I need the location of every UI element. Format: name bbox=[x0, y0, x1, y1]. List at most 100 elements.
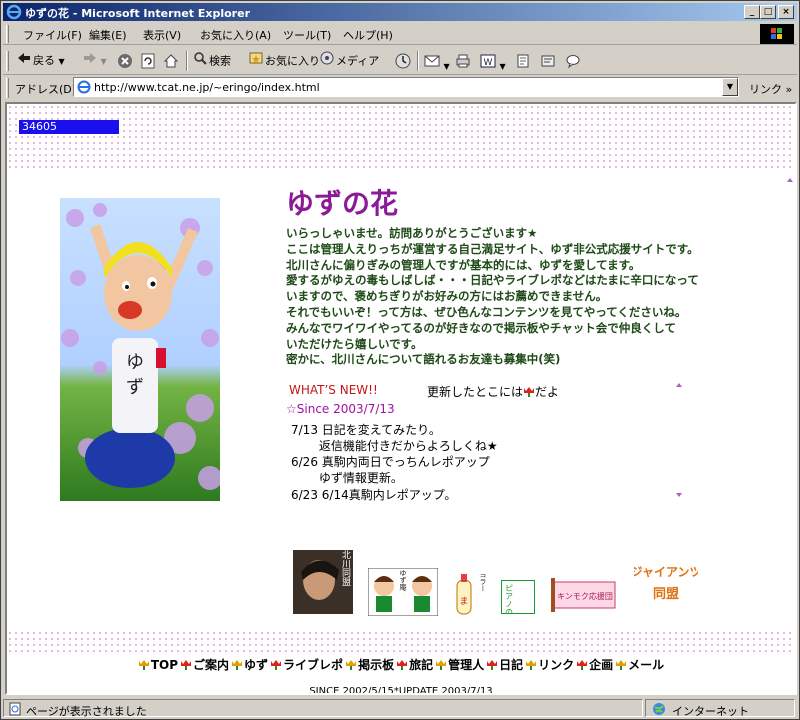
hit-counter: 34605 bbox=[19, 120, 119, 134]
home-button[interactable] bbox=[163, 51, 179, 71]
address-url[interactable]: http://www.tcat.ne.jp/~eringo/index.html bbox=[94, 81, 320, 94]
nav-item[interactable]: メール bbox=[615, 656, 664, 673]
nav-item[interactable]: ライブレポ bbox=[270, 656, 343, 673]
banner-piano-label: ピアノの森 bbox=[505, 584, 514, 614]
intro-line: 愛するがゆえの毒もしばしば・・・日記やライブレポなどはたまに辛口になって bbox=[286, 273, 699, 288]
messenger-button[interactable] bbox=[540, 51, 556, 71]
nav-item[interactable]: ゆず bbox=[231, 656, 268, 673]
nav-item[interactable]: ご案内 bbox=[180, 656, 229, 673]
search-button[interactable]: 検索 bbox=[193, 51, 231, 71]
nav-item-label: 日記 bbox=[499, 658, 524, 672]
menu-file[interactable]: ファイル(F) bbox=[23, 27, 82, 43]
minimize-button[interactable]: _ bbox=[744, 5, 760, 19]
nav-item[interactable]: リンク bbox=[525, 656, 574, 673]
banner-kinmoku-ouendan[interactable]: キンモク応援団 bbox=[551, 574, 617, 619]
banner-giants-doumei[interactable]: ジャイアンツ 同盟 bbox=[631, 554, 701, 617]
forward-button[interactable]: ▼ bbox=[83, 51, 107, 71]
whats-new-box[interactable]: WHAT’S NEW!! 更新したとこには だよ ☆Since 2003/7/13… bbox=[286, 381, 686, 502]
chevron-down-icon[interactable]: ▼ bbox=[444, 62, 450, 71]
note-prefix: 更新したとこには bbox=[427, 385, 524, 399]
chevron-down-icon[interactable]: ▼ bbox=[500, 62, 506, 71]
chevron-down-icon[interactable]: ▼ bbox=[59, 57, 65, 66]
refresh-icon bbox=[141, 53, 155, 69]
nav-item-label: メール bbox=[628, 658, 665, 672]
banner-giants-label: 同盟 bbox=[653, 586, 679, 602]
research-button[interactable] bbox=[565, 51, 581, 71]
whats-new-note: 更新したとこには だよ bbox=[427, 383, 559, 400]
note-suffix: だよ bbox=[535, 385, 560, 399]
media-icon bbox=[320, 51, 334, 72]
intro-text: いらっしゃいませ。訪問ありがとうございます★ ここは管理人えりっちが運営する自己… bbox=[286, 226, 726, 368]
scroll-up-icon[interactable] bbox=[676, 383, 682, 387]
maximize-button[interactable]: □ bbox=[760, 5, 776, 19]
banner-kitagawa[interactable]: 北川同盟 bbox=[293, 550, 353, 617]
site-title: ゆずの花 bbox=[286, 187, 399, 220]
address-dropdown-button[interactable]: ▼ bbox=[722, 78, 738, 96]
menu-grip[interactable] bbox=[6, 25, 9, 43]
banner-piano-forest[interactable]: ピアノの森 bbox=[500, 579, 536, 625]
banner-mayonnaise[interactable]: ま マヨラー bbox=[453, 564, 493, 621]
title-bar[interactable]: ゆずの花 - Microsoft Internet Explorer _ □ × bbox=[3, 3, 797, 21]
nav-item[interactable]: 掲示板 bbox=[345, 656, 394, 673]
favorites-button[interactable]: お気に入り bbox=[249, 51, 320, 71]
links-button[interactable]: リンク » bbox=[749, 81, 792, 97]
nav-item[interactable]: 管理人 bbox=[435, 656, 484, 673]
search-label: 検索 bbox=[209, 54, 231, 68]
discuss-icon bbox=[517, 54, 529, 68]
menu-bar: ファイル(F) 編集(E) 表示(V) お気に入り(A) ツール(T) ヘルプ(… bbox=[3, 23, 797, 45]
nav-item[interactable]: 旅記 bbox=[396, 656, 433, 673]
nav-item[interactable]: 日記 bbox=[486, 656, 523, 673]
standard-toolbar: 戻る ▼ ▼ 検索 お気に入り メディア ▼ W ▼ bbox=[3, 47, 797, 75]
nav-item-label: リンク bbox=[538, 658, 575, 672]
history-button[interactable] bbox=[395, 51, 411, 71]
banner-giants-label: ジャイアンツ bbox=[634, 565, 698, 579]
back-button[interactable]: 戻る ▼ bbox=[17, 51, 65, 71]
menu-favorites[interactable]: お気に入り(A) bbox=[200, 27, 271, 43]
banner-mayonnaise-label: マヨラー bbox=[479, 574, 487, 592]
forward-arrow-icon bbox=[84, 53, 96, 63]
back-label: 戻る bbox=[33, 54, 55, 67]
close-button[interactable]: × bbox=[778, 5, 794, 19]
nav-item-label: 掲示板 bbox=[358, 658, 395, 672]
home-icon bbox=[163, 54, 179, 68]
intro-line: 北川さんに偏りぎみの管理人ですが基本的には、ゆずを愛してます。 bbox=[286, 257, 641, 272]
intro-line: いただけたら嬉しいです。 bbox=[286, 336, 423, 351]
menu-view[interactable]: 表示(V) bbox=[143, 27, 181, 43]
media-label: メディア bbox=[336, 54, 380, 68]
menu-tools[interactable]: ツール(T) bbox=[283, 27, 331, 43]
refresh-button[interactable] bbox=[140, 51, 156, 71]
nav-item[interactable]: 企画 bbox=[576, 656, 613, 673]
edit-button[interactable]: W ▼ bbox=[480, 51, 506, 71]
ie-logo-icon bbox=[6, 4, 22, 20]
media-button[interactable]: メディア bbox=[320, 51, 379, 71]
banner-kitagawa-label: 北川同盟 bbox=[340, 550, 351, 586]
yuzu-character-image: ゆ ず bbox=[60, 198, 220, 501]
zone-text: インターネット bbox=[672, 705, 749, 718]
status-pane: ページが表示されました bbox=[3, 699, 643, 718]
menu-help[interactable]: ヘルプ(H) bbox=[343, 27, 393, 43]
menu-edit[interactable]: 編集(E) bbox=[89, 27, 127, 43]
mail-button[interactable]: ▼ bbox=[424, 51, 450, 71]
stop-button[interactable] bbox=[117, 51, 133, 71]
toolbar-grip[interactable] bbox=[6, 51, 9, 71]
scroll-down-icon[interactable] bbox=[676, 493, 682, 497]
banner-yuzu[interactable]: ゆず庵 bbox=[367, 567, 439, 619]
chevron-down-icon[interactable]: ▼ bbox=[101, 57, 107, 66]
stop-icon bbox=[118, 54, 132, 68]
dot-pattern-top bbox=[7, 104, 795, 168]
address-grip[interactable] bbox=[6, 78, 9, 98]
svg-text:ず: ず bbox=[126, 377, 144, 398]
print-button[interactable] bbox=[455, 51, 471, 71]
intro-line: 密かに、北川さんについて語れるお友達も募集中(笑) bbox=[286, 352, 561, 367]
address-field[interactable]: http://www.tcat.ne.jp/~eringo/index.html… bbox=[73, 77, 739, 97]
tulip-icon bbox=[345, 659, 357, 670]
toolbar-separator bbox=[186, 51, 188, 71]
tulip-icon bbox=[523, 385, 535, 399]
nav-item[interactable]: TOP bbox=[138, 658, 178, 672]
discuss-button[interactable] bbox=[515, 51, 531, 71]
tulip-icon bbox=[486, 659, 498, 670]
back-arrow-icon bbox=[17, 51, 31, 71]
page-scroll-up-icon[interactable] bbox=[787, 178, 793, 182]
page-viewport[interactable]: 34605 ゆ ず ゆずの花 いらっしゃいませ。訪問ありがとうございます★ ここ… bbox=[5, 102, 797, 695]
print-icon bbox=[456, 54, 470, 68]
